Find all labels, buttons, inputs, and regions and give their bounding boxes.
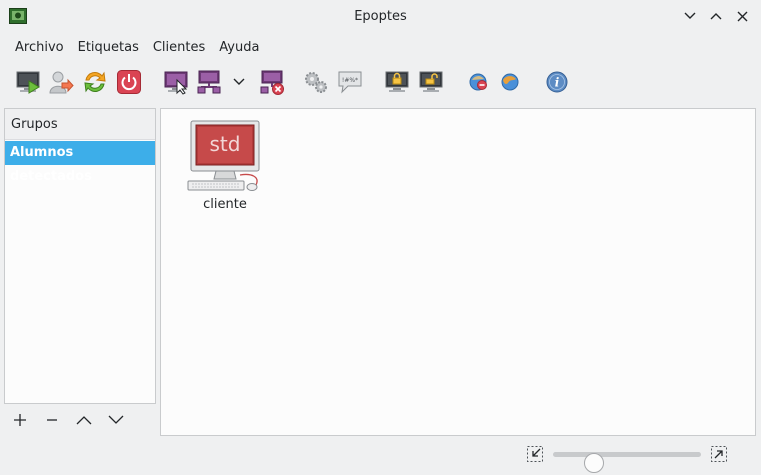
zoom-out-icon[interactable] <box>526 445 544 463</box>
power-off-icon <box>117 70 141 94</box>
gears-icon <box>305 72 327 93</box>
minus-icon <box>47 419 57 421</box>
client-computer-icon: std <box>187 120 260 191</box>
svg-text:!#%*: !#%* <box>342 77 358 84</box>
client-item[interactable]: std cliente <box>183 119 267 212</box>
power-off-button[interactable] <box>113 66 145 98</box>
send-message-button[interactable]: !#%* <box>334 66 366 98</box>
zoom-in-icon[interactable] <box>710 445 728 463</box>
move-group-up-button[interactable] <box>68 407 100 433</box>
broadcast-screen-icon <box>164 71 188 95</box>
unlock-screen-button[interactable] <box>415 66 447 98</box>
remote-desktop-button[interactable] <box>12 66 44 98</box>
broadcast-windowed-icon <box>197 70 221 94</box>
plus-icon <box>14 414 26 426</box>
zoom-slider[interactable] <box>553 452 701 473</box>
window-title: Epoptes <box>354 9 407 24</box>
group-item-alumnos-detectados[interactable]: Alumnos detectados <box>5 141 155 184</box>
unlock-screen-icon <box>419 71 443 92</box>
broadcast-screen-button[interactable] <box>160 66 192 98</box>
mute-sound-icon <box>469 73 487 91</box>
user-login-icon <box>49 71 74 94</box>
stop-broadcast-icon <box>260 70 284 95</box>
unmute-sound-icon <box>501 73 519 91</box>
menu-bar: Archivo Etiquetas Clientes Ayuda <box>0 35 761 59</box>
info-button[interactable]: i <box>541 66 573 98</box>
minimize-button[interactable] <box>681 7 699 25</box>
user-login-button[interactable] <box>45 66 77 98</box>
chevron-up-icon <box>76 416 92 425</box>
menu-archivo[interactable]: Archivo <box>8 40 71 55</box>
close-button[interactable] <box>733 7 751 25</box>
title-bar: Epoptes <box>0 0 761 33</box>
lock-screen-icon <box>385 71 409 92</box>
reboot-button[interactable] <box>79 66 111 98</box>
broadcast-menu-dropdown[interactable] <box>228 66 250 98</box>
zoom-slider-handle[interactable] <box>584 453 605 473</box>
toolbar: !#%* i <box>0 62 761 102</box>
chevron-up-icon <box>710 13 722 20</box>
epoptes-app-icon <box>9 8 27 24</box>
lock-screen-button[interactable] <box>381 66 413 98</box>
chevron-down-icon <box>233 78 245 85</box>
chevron-down-icon <box>684 12 696 19</box>
svg-text:i: i <box>555 76 560 90</box>
unmute-sound-button[interactable] <box>494 66 526 98</box>
info-icon: i <box>546 71 568 93</box>
maximize-button[interactable] <box>707 7 725 25</box>
execute-command-button[interactable] <box>300 66 332 98</box>
group-controls <box>4 407 132 433</box>
message-bubble-icon: !#%* <box>338 71 362 94</box>
broadcast-windowed-button[interactable] <box>193 66 225 98</box>
remote-desktop-icon <box>16 71 40 94</box>
client-name: cliente <box>203 197 247 212</box>
menu-clientes[interactable]: Clientes <box>146 40 212 55</box>
move-group-down-button[interactable] <box>100 407 132 433</box>
remove-group-button[interactable] <box>36 407 68 433</box>
clients-view: std cliente <box>160 108 756 436</box>
groups-panel: Grupos Alumnos detectados <box>4 108 156 404</box>
close-icon <box>737 11 747 21</box>
stop-broadcast-button[interactable] <box>256 66 288 98</box>
add-group-button[interactable] <box>4 407 36 433</box>
reboot-icon <box>84 71 106 93</box>
groups-header: Grupos <box>5 109 155 140</box>
menu-ayuda[interactable]: Ayuda <box>212 40 266 55</box>
client-badge: std <box>210 132 241 156</box>
zoom-bar <box>526 443 732 473</box>
menu-etiquetas[interactable]: Etiquetas <box>71 40 146 55</box>
chevron-down-icon <box>108 415 124 424</box>
mute-sound-button[interactable] <box>462 66 494 98</box>
